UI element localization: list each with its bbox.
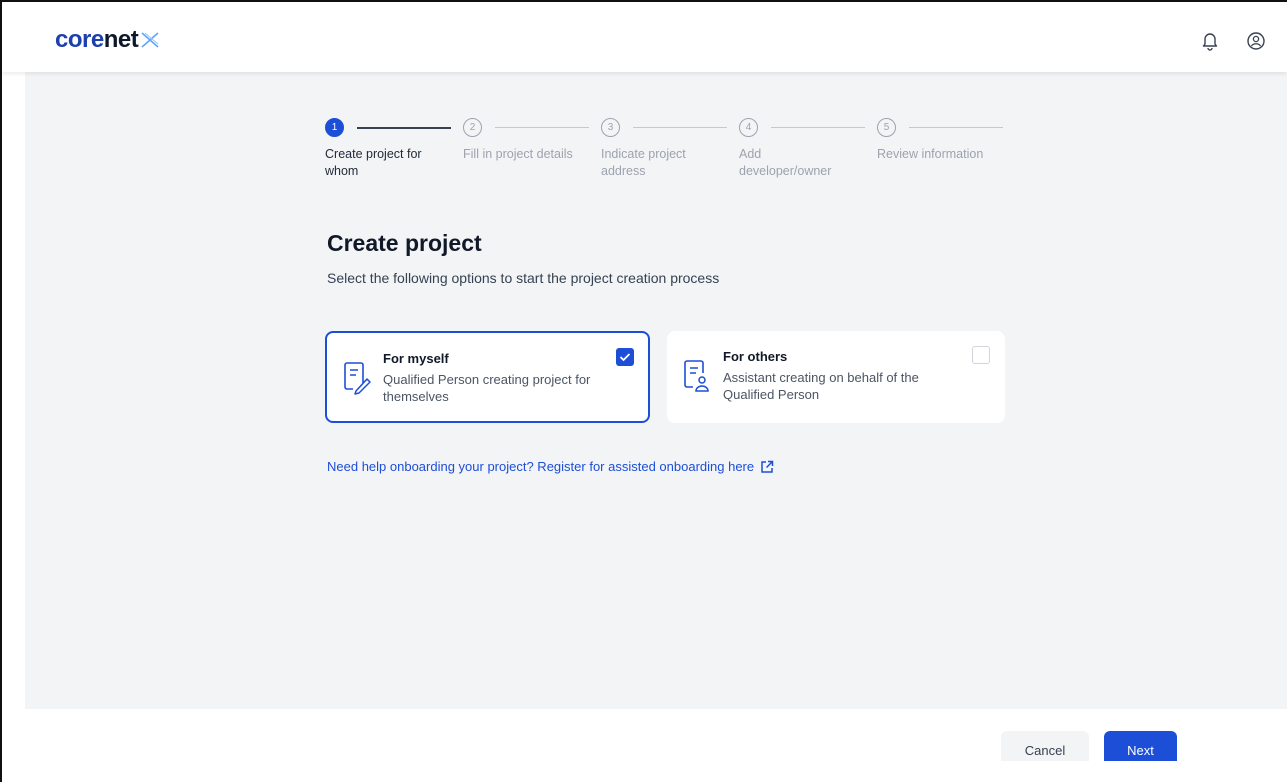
step-5: 5 Review information xyxy=(877,118,1003,161)
step-number: 2 xyxy=(463,118,482,137)
step-number: 3 xyxy=(601,118,620,137)
step-connector xyxy=(357,127,451,129)
step-connector xyxy=(771,127,865,128)
step-label: Review information xyxy=(877,147,984,161)
step-connector xyxy=(909,127,1003,128)
main-content: 1 Create project for whom 2 Fill in proj… xyxy=(25,72,1287,709)
option-card-for-myself[interactable]: For myself Qualified Person creating pro… xyxy=(325,331,650,423)
step-1: 1 Create project for whom xyxy=(325,118,451,178)
step-number: 4 xyxy=(739,118,758,137)
step-4: 4 Add developer/owner xyxy=(739,118,865,178)
step-connector xyxy=(633,127,727,128)
step-label: Create project for whom xyxy=(325,147,422,178)
page-title: Create project xyxy=(327,230,482,256)
option-description: Qualified Person creating project for th… xyxy=(383,372,591,404)
step-2: 2 Fill in project details xyxy=(463,118,589,161)
logo-core-text: core xyxy=(55,26,104,53)
cancel-label: Cancel xyxy=(1024,743,1066,758)
step-connector xyxy=(495,127,589,128)
step-label: Fill in project details xyxy=(463,147,573,161)
option-checkbox-checked[interactable] xyxy=(616,348,634,366)
page-subtitle: Select the following options to start th… xyxy=(327,270,720,286)
step-number: 5 xyxy=(877,118,896,137)
option-description: Assistant creating on behalf of the Qual… xyxy=(723,370,919,402)
next-button[interactable]: Next xyxy=(1104,731,1177,761)
bell-icon[interactable] xyxy=(1199,30,1221,52)
external-link-icon xyxy=(761,460,774,473)
next-label: Next xyxy=(1127,743,1154,758)
option-card-for-others[interactable]: For others Assistant creating on behalf … xyxy=(667,331,1005,423)
step-number: 1 xyxy=(325,118,344,137)
step-3: 3 Indicate project address xyxy=(601,118,727,178)
corenet-logo[interactable]: core net xyxy=(55,26,160,54)
top-header: core net xyxy=(2,2,1287,72)
logo-net-text: net xyxy=(103,26,139,53)
cancel-button[interactable]: Cancel xyxy=(1001,731,1089,761)
option-checkbox-unchecked[interactable] xyxy=(972,346,990,364)
document-edit-icon xyxy=(344,362,371,395)
help-link-text: Need help onboarding your project? Regis… xyxy=(327,459,755,474)
checkmark-icon xyxy=(619,353,631,362)
logo-x-mark-icon xyxy=(141,32,159,48)
assisted-onboarding-link[interactable]: Need help onboarding your project? Regis… xyxy=(327,459,774,474)
user-profile-icon[interactable] xyxy=(1245,30,1267,52)
document-person-icon xyxy=(684,360,709,392)
option-title: For myself xyxy=(383,351,449,366)
step-label: Add developer/owner xyxy=(739,147,832,178)
option-title: For others xyxy=(723,349,788,364)
step-label: Indicate project address xyxy=(601,147,686,178)
